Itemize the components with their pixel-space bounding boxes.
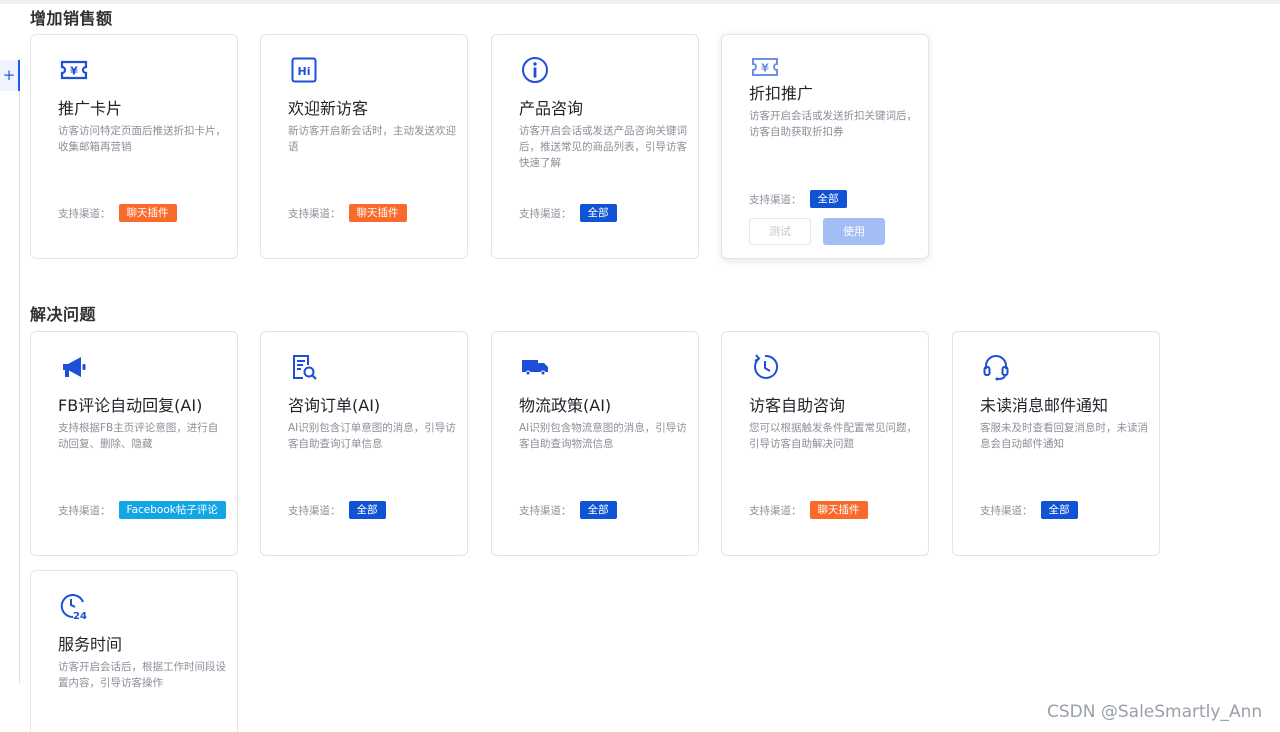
channel-badge: 全部 (579, 204, 617, 222)
order-search-icon (289, 352, 319, 382)
channel-label: 支持渠道： (58, 207, 111, 220)
card-channel: 支持渠道： 聊天插件 (749, 501, 868, 519)
card-title: 折扣推广 (749, 84, 814, 103)
card-title: 访客自助咨询 (749, 396, 846, 415)
clock-refresh-icon (750, 352, 780, 382)
channel-badge: 全部 (1040, 501, 1078, 519)
card-promo-card[interactable]: ¥ 推广卡片 访客访问特定页面后推送折扣卡片，收集邮箱再营销 支持渠道： 聊天插… (30, 34, 238, 259)
card-channel: 支持渠道： 聊天插件 (288, 204, 407, 222)
card-description: AI识别包含订单意图的消息，引导访客自助查询订单信息 (288, 422, 456, 450)
channel-badge: 全部 (809, 190, 847, 208)
channel-label: 支持渠道： (288, 207, 341, 220)
svg-text:24: 24 (73, 611, 87, 621)
add-tab-button[interactable]: + (0, 60, 20, 91)
card-channel: 支持渠道： 全部 (288, 501, 386, 519)
card-description: 访客开启会话后，根据工作时间段设置内容，引导访客操作 (58, 661, 226, 689)
channel-label: 支持渠道： (519, 207, 572, 220)
channel-badge: 聊天插件 (348, 204, 407, 222)
card-title: 欢迎新访客 (288, 99, 369, 118)
ticket-yen-icon: ¥ (59, 55, 89, 85)
test-button[interactable]: 测试 (749, 218, 811, 245)
section-title-problems: 解决问题 (30, 305, 97, 324)
card-title: 推广卡片 (58, 99, 123, 118)
channel-badge: 全部 (579, 501, 617, 519)
info-icon (520, 55, 550, 85)
card-channel: 支持渠道： 聊天插件 (58, 204, 177, 222)
channel-badge: 全部 (348, 501, 386, 519)
card-channel: 支持渠道： Facebook帖子评论 (58, 501, 226, 519)
card-logistics-policy[interactable]: 物流政策(AI) AI识别包含物流意图的消息，引导访客自助查询物流信息 支持渠道… (491, 331, 699, 556)
card-title: FB评论自动回复(AI) (58, 396, 203, 415)
card-product-inquiry[interactable]: 产品咨询 访客开启会话或发送产品咨询关键词后，推送常见的商品列表，引导访客快速了… (491, 34, 699, 259)
card-description: 客服未及时查看回复消息时，未读消息会自动邮件通知 (980, 422, 1148, 450)
clock-24-icon: 24 (59, 591, 89, 621)
card-description: 您可以根据触发条件配置常见问题，引导访客自助解决问题 (749, 422, 917, 450)
svg-text:¥: ¥ (761, 62, 769, 75)
card-description: 新访客开启新会话时，主动发送欢迎语 (288, 125, 456, 153)
svg-text:¥: ¥ (70, 65, 78, 78)
card-title: 产品咨询 (519, 99, 584, 118)
card-fb-comment-reply[interactable]: FB评论自动回复(AI) 支持根据FB主页评论意图，进行自动回复、删除、隐藏 支… (30, 331, 238, 556)
card-description: AI识别包含物流意图的消息，引导访客自助查询物流信息 (519, 422, 687, 450)
card-discount-promo[interactable]: ¥ 折扣推广 访客开启会话或发送折扣关键词后，访客自助获取折扣券 支持渠道： 全… (721, 34, 929, 259)
truck-icon (520, 352, 550, 382)
card-self-service-inquiry[interactable]: 访客自助咨询 您可以根据触发条件配置常见问题，引导访客自助解决问题 支持渠道： … (721, 331, 929, 556)
channel-label: 支持渠道： (288, 504, 341, 517)
card-channel: 支持渠道： 全部 (980, 501, 1078, 519)
card-description: 访客开启会话或发送折扣关键词后，访客自助获取折扣券 (749, 110, 917, 138)
channel-label: 支持渠道： (749, 504, 802, 517)
left-rail (19, 58, 20, 684)
channel-badge: Facebook帖子评论 (118, 501, 226, 519)
card-title: 服务时间 (58, 635, 123, 654)
ticket-yen-icon: ¥ (750, 52, 780, 82)
channel-badge: 聊天插件 (118, 204, 177, 222)
use-button[interactable]: 使用 (823, 218, 885, 245)
channel-badge: 聊天插件 (809, 501, 868, 519)
card-order-inquiry[interactable]: 咨询订单(AI) AI识别包含订单意图的消息，引导访客自助查询订单信息 支持渠道… (260, 331, 468, 556)
channel-label: 支持渠道： (58, 504, 111, 517)
channel-label: 支持渠道： (980, 504, 1033, 517)
card-description: 支持根据FB主页评论意图，进行自动回复、删除、隐藏 (58, 422, 219, 450)
card-description: 访客开启会话或发送产品咨询关键词后，推送常见的商品列表，引导访客快速了解 (519, 125, 687, 169)
card-channel: 支持渠道： 全部 (749, 190, 847, 208)
card-unread-email-notify[interactable]: 未读消息邮件通知 客服未及时查看回复消息时，未读消息会自动邮件通知 支持渠道： … (952, 331, 1160, 556)
section-title-sales: 增加销售额 (30, 9, 113, 28)
card-channel: 支持渠道： 全部 (519, 501, 617, 519)
watermark: CSDN @SaleSmartly_Ann (1047, 702, 1263, 722)
channel-label: 支持渠道： (749, 193, 802, 206)
channel-label: 支持渠道： (519, 504, 572, 517)
top-divider (0, 0, 1280, 4)
hi-icon: Hi (289, 55, 319, 85)
card-title: 未读消息邮件通知 (980, 396, 1109, 415)
card-title: 物流政策(AI) (519, 396, 612, 415)
megaphone-icon (59, 352, 89, 382)
svg-text:Hi: Hi (298, 65, 311, 78)
card-welcome-visitor[interactable]: Hi 欢迎新访客 新访客开启新会话时，主动发送欢迎语 支持渠道： 聊天插件 (260, 34, 468, 259)
card-channel: 支持渠道： 全部 (519, 204, 617, 222)
card-title: 咨询订单(AI) (288, 396, 381, 415)
card-service-hours[interactable]: 24 服务时间 访客开启会话后，根据工作时间段设置内容，引导访客操作 (30, 570, 238, 732)
card-description: 访客访问特定页面后推送折扣卡片，收集邮箱再营销 (58, 125, 226, 153)
headset-icon (981, 352, 1011, 382)
